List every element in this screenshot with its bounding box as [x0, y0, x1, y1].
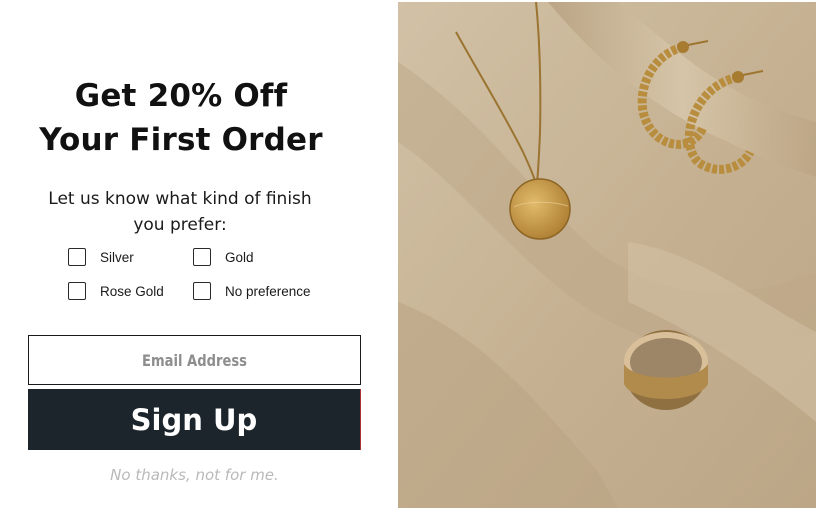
checkbox-gold[interactable] [193, 248, 211, 266]
headline-line-1: Get 20% Off [74, 78, 288, 114]
decline-link[interactable]: No thanks, not for me. [28, 466, 361, 484]
option-gold-label: Gold [225, 249, 254, 265]
finish-prompt: Let us know what kind of finish you pref… [48, 189, 312, 235]
checkbox-silver[interactable] [68, 248, 86, 266]
option-gold[interactable]: Gold [193, 248, 254, 266]
option-rose-gold-label: Rose Gold [100, 283, 164, 299]
email-input[interactable] [58, 335, 331, 385]
finish-options: Silver Gold Rose Gold No preference [68, 248, 368, 308]
signup-popup-panel: Get 20% Off Your First Order Let us know… [0, 0, 398, 508]
jewelry-image [398, 2, 816, 508]
checkbox-no-preference[interactable] [193, 282, 211, 300]
option-no-preference[interactable]: No preference [193, 282, 311, 300]
product-photo [398, 2, 816, 508]
checkbox-rose-gold[interactable] [68, 282, 86, 300]
option-silver-label: Silver [100, 249, 134, 265]
option-silver[interactable]: Silver [68, 248, 134, 266]
option-no-preference-label: No preference [225, 283, 311, 299]
sign-up-button[interactable]: Sign Up [28, 389, 361, 450]
popup-headline: Get 20% Off Your First Order [0, 74, 362, 162]
headline-line-2: Your First Order [39, 122, 323, 158]
option-rose-gold[interactable]: Rose Gold [68, 282, 164, 300]
email-field-wrapper [28, 335, 361, 385]
